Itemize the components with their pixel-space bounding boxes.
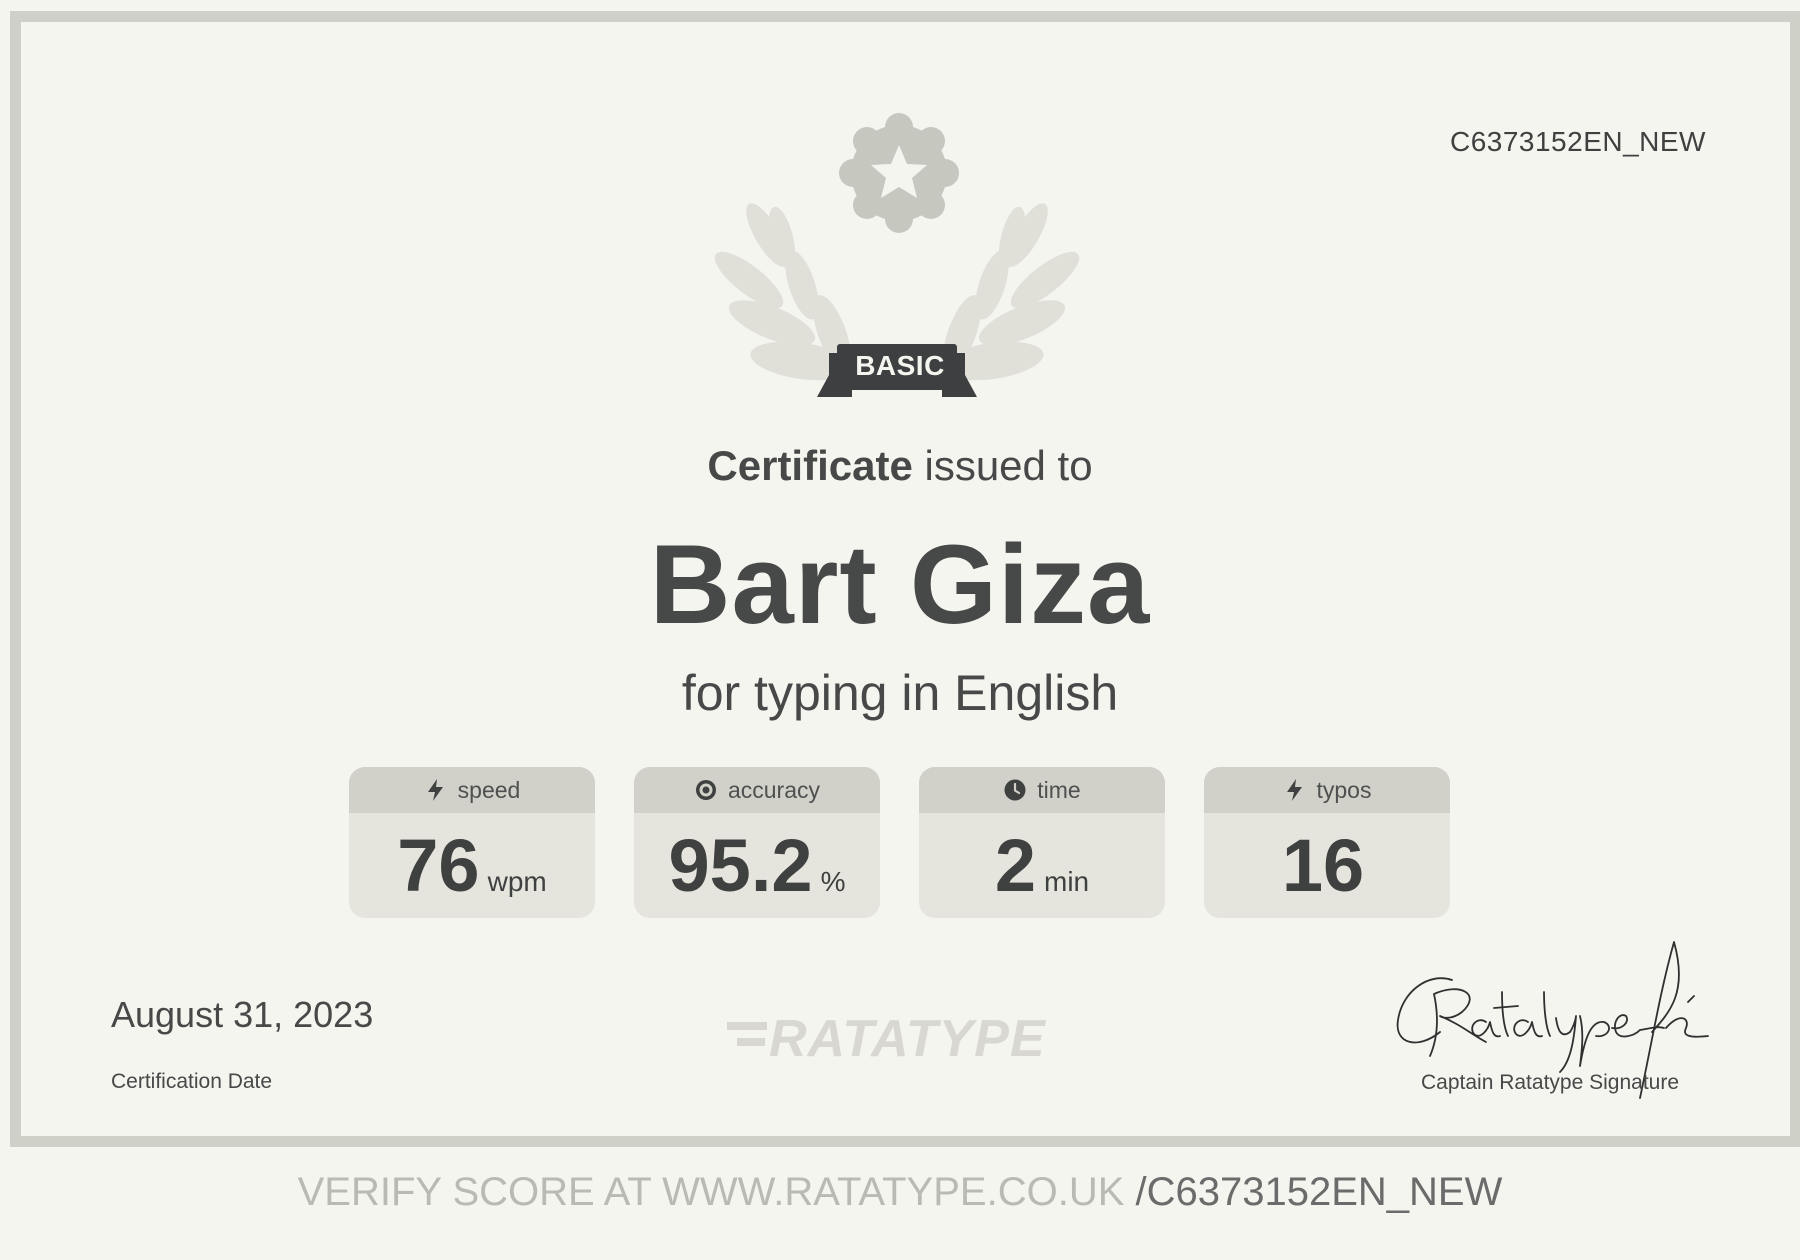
stat-label: speed bbox=[457, 776, 521, 803]
verify-line: VERIFY SCORE AT WWW.RATATYPE.CO.UK /C637… bbox=[0, 1170, 1800, 1215]
signature-label: Captain Ratatype Signature bbox=[1421, 1071, 1679, 1094]
certificate-subject: for typing in English bbox=[681, 665, 1119, 721]
stat-body: 95.2 % bbox=[634, 813, 880, 918]
stat-body: 2 min bbox=[919, 813, 1165, 918]
stat-card-time: time 2 min bbox=[919, 767, 1165, 918]
stat-unit: wpm bbox=[487, 866, 547, 897]
stat-card-accuracy: accuracy 95.2 % bbox=[634, 767, 880, 918]
stat-card-typos: typos 16 bbox=[1204, 767, 1450, 918]
certificate-id: C6373152EN_NEW bbox=[1449, 126, 1706, 157]
stat-body: 76 wpm bbox=[349, 813, 595, 918]
recipient-name: Bart Giza bbox=[649, 522, 1151, 647]
certificate-heading: Certificate issued to bbox=[0, 442, 1800, 490]
lightning-icon bbox=[1286, 779, 1302, 801]
stat-unit: % bbox=[820, 866, 846, 897]
certification-date-label: Certification Date bbox=[111, 1070, 273, 1093]
stat-body: 16 bbox=[1204, 813, 1450, 918]
stat-label: accuracy bbox=[727, 776, 821, 803]
brand-logo: RATATYPE bbox=[727, 1010, 1073, 1068]
stat-label: time bbox=[1037, 776, 1081, 803]
stat-header: speed bbox=[349, 767, 595, 813]
verify-prefix: VERIFY SCORE AT WWW.RATATYPE.CO.UK bbox=[297, 1170, 1136, 1214]
stat-card-speed: speed 76 wpm bbox=[349, 767, 595, 918]
lightning-icon bbox=[427, 779, 443, 801]
stat-label: typos bbox=[1316, 776, 1372, 803]
certification-date: August 31, 2023 bbox=[111, 994, 374, 1035]
stat-header: typos bbox=[1204, 767, 1450, 813]
stat-header: accuracy bbox=[634, 767, 880, 813]
stat-unit: min bbox=[1044, 866, 1090, 897]
level-badge: BASIC bbox=[855, 350, 945, 381]
stat-header: time bbox=[919, 767, 1165, 813]
stats-row: speed 76 wpm accuracy 95.2 % time 2 min … bbox=[349, 767, 1451, 918]
target-icon bbox=[695, 780, 716, 800]
stat-value: 2 bbox=[994, 824, 1037, 907]
stat-value: 76 bbox=[397, 824, 480, 907]
stat-value: 95.2 bbox=[668, 824, 813, 907]
brand-wordmark: RATATYPE bbox=[769, 1010, 1046, 1068]
clock-icon bbox=[1004, 779, 1026, 801]
verify-code: /C6373152EN_NEW bbox=[1135, 1170, 1503, 1214]
heading-rest: issued to bbox=[924, 442, 1093, 489]
heading-strong: Certificate bbox=[707, 442, 913, 489]
stat-value: 16 bbox=[1281, 824, 1365, 907]
